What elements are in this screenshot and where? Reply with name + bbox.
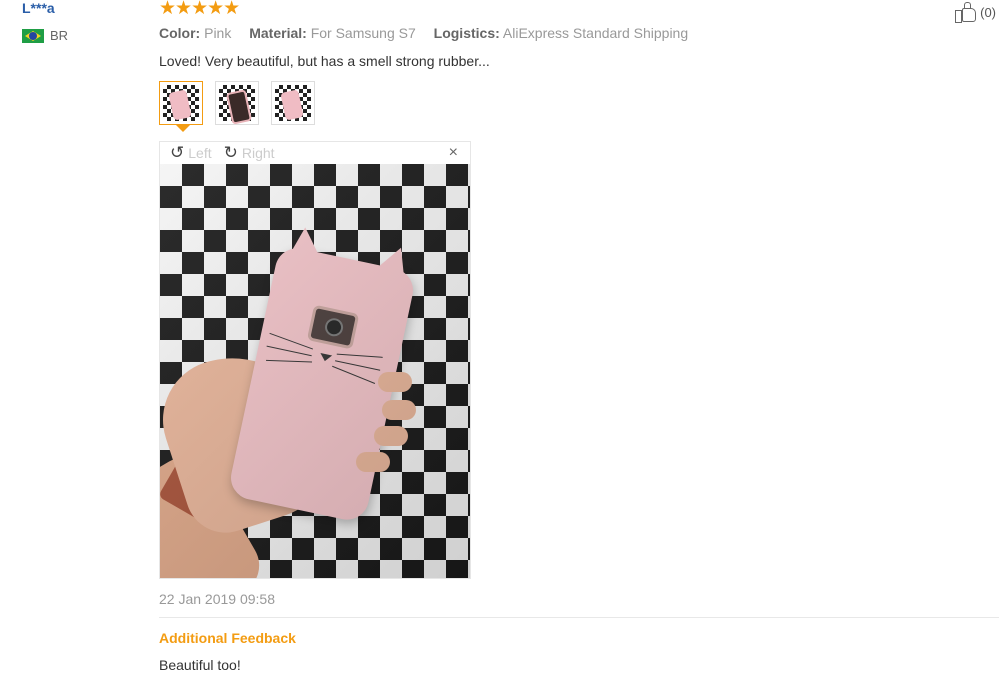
additional-feedback-text: Beautiful too!: [159, 657, 241, 673]
thumbnail-3[interactable]: [271, 81, 315, 125]
attr-material-value: For Samsung S7: [310, 25, 416, 41]
attr-color-key: Color:: [159, 25, 201, 41]
rotate-right-icon[interactable]: ↻: [224, 144, 238, 161]
attr-logistics-value: AliExpress Standard Shipping: [502, 25, 689, 41]
review-text: Loved! Very beautiful, but has a smell s…: [159, 53, 490, 69]
rotate-left-icon[interactable]: ↺: [170, 144, 184, 161]
close-icon[interactable]: ×: [449, 144, 458, 162]
attr-logistics-key: Logistics:: [433, 25, 500, 41]
rotate-left-label[interactable]: Left: [188, 145, 211, 161]
reviewer-info: L***a BR: [22, 0, 68, 43]
attr-material-key: Material:: [249, 25, 307, 41]
rotate-right-label[interactable]: Right: [242, 145, 275, 161]
rotate-left-button[interactable]: ↺ Left: [170, 144, 212, 161]
brazil-flag-icon: [22, 28, 44, 43]
review-attributes: Color: Pink Material: For Samsung S7 Log…: [159, 24, 999, 42]
thumbnail-2[interactable]: [215, 81, 259, 125]
additional-feedback-heading: Additional Feedback: [159, 630, 296, 646]
photo-thumbnails: [159, 81, 999, 132]
review-photo[interactable]: [160, 164, 470, 578]
attr-color-value: Pink: [204, 25, 232, 41]
reviewer-country: BR: [22, 28, 68, 43]
review-date: 22 Jan 2019 09:58: [159, 591, 275, 607]
photo-viewer: ↺ Left ↻ Right ×: [159, 141, 471, 579]
review-body: ★★★★★ Color: Pink Material: For Samsung …: [159, 0, 999, 673]
star-rating: ★★★★★: [159, 0, 240, 19]
country-code: BR: [50, 28, 69, 43]
divider: [159, 617, 999, 618]
viewer-toolbar: ↺ Left ↻ Right ×: [160, 142, 470, 164]
reviewer-name[interactable]: L***a: [22, 0, 68, 16]
thumbnail-1[interactable]: [159, 81, 203, 132]
rotate-right-button[interactable]: ↻ Right: [224, 144, 275, 161]
